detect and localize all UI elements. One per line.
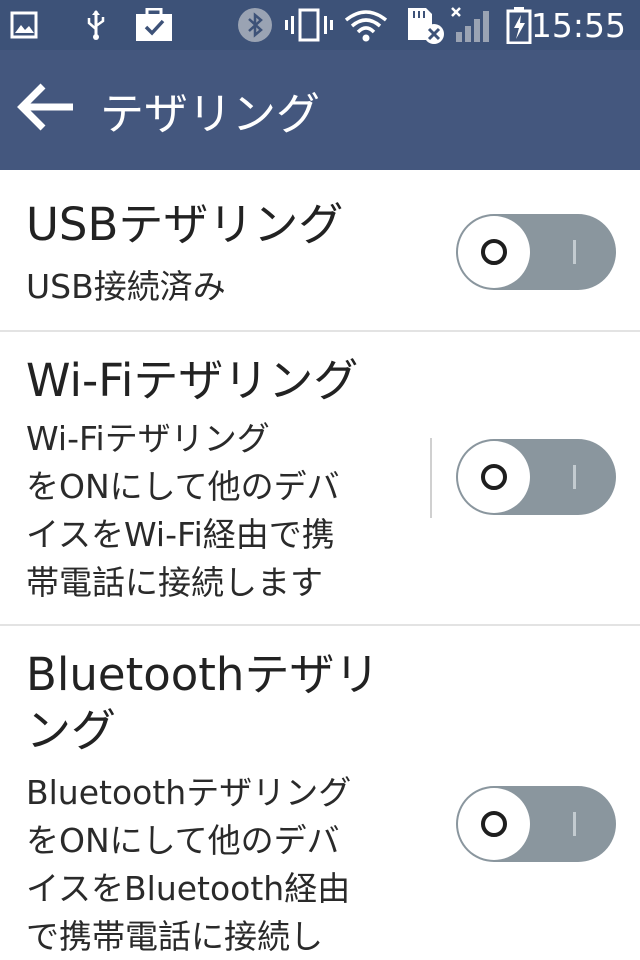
- bluetooth-tethering-title-line-2: ング: [26, 704, 117, 757]
- bluetooth-tethering-switch[interactable]: [456, 786, 616, 862]
- wifi-tethering-row[interactable]: Wi-Fiテザリング Wi-Fiテザリング をONにして他のデバ イスをWi-F…: [0, 332, 640, 624]
- wifi-tethering-subtitle-line-3: イスをWi-Fi経由で携: [26, 515, 335, 554]
- app-bar: テザリング: [0, 50, 640, 170]
- switch-knob: [458, 441, 530, 513]
- bluetooth-tethering-subtitle-line-3: イスをBluetooth経由: [26, 869, 351, 908]
- sd-card-x-icon: [404, 8, 446, 44]
- switch-on-mark: [573, 812, 576, 836]
- switch-knob: [458, 788, 530, 860]
- clipboard-check-icon: [132, 8, 176, 42]
- usb-tethering-subtitle: USB接続済み: [26, 267, 226, 306]
- usb-tethering-switch[interactable]: [456, 214, 616, 290]
- vibrate-icon: [284, 8, 334, 42]
- wifi-tethering-switch[interactable]: [456, 439, 616, 515]
- wifi-tethering-title: Wi-Fiテザリング: [26, 354, 359, 407]
- back-button[interactable]: [14, 76, 80, 142]
- switch-on-mark: [573, 465, 576, 489]
- wifi-tethering-subtitle-line-4: 帯電話に接続します: [26, 563, 323, 602]
- arrow-back-icon: [17, 82, 77, 136]
- bluetooth-tethering-subtitle-line-4: で携帯電話に接続し: [26, 917, 323, 956]
- battery-charging-icon: [504, 7, 534, 44]
- page-title: テザリング: [100, 89, 320, 140]
- usb-tethering-row[interactable]: USBテザリング USB接続済み: [0, 170, 640, 330]
- bluetooth-tethering-subtitle-line-1: Bluetoothテザリング: [26, 773, 352, 812]
- bluetooth-tethering-subtitle-line-2: をONにして他のデバ: [26, 821, 340, 860]
- bluetooth-tethering-row[interactable]: Bluetoothテザリ ング Bluetoothテザリング をONにして他のデ…: [0, 626, 640, 960]
- settings-list: USBテザリング USB接続済み Wi-Fiテザリング Wi-Fiテザリング を…: [0, 170, 640, 960]
- usb-tethering-title: USBテザリング: [26, 198, 344, 251]
- signal-x-icon: [450, 7, 492, 42]
- wifi-tethering-subtitle-line-2: をONにして他のデバ: [26, 467, 340, 506]
- image-icon: [8, 8, 40, 42]
- status-bar: 15:55: [0, 0, 640, 50]
- wifi-tethering-subtitle-line-1: Wi-Fiテザリング: [26, 419, 270, 458]
- bluetooth-icon: [236, 8, 274, 42]
- switch-on-mark: [573, 240, 576, 264]
- usb-icon: [82, 8, 110, 42]
- bluetooth-tethering-title-line-1: Bluetoothテザリ: [26, 648, 380, 701]
- row-separator: [430, 438, 432, 518]
- switch-knob: [458, 216, 530, 288]
- wifi-icon: [342, 8, 390, 42]
- status-time: 15:55: [530, 6, 626, 45]
